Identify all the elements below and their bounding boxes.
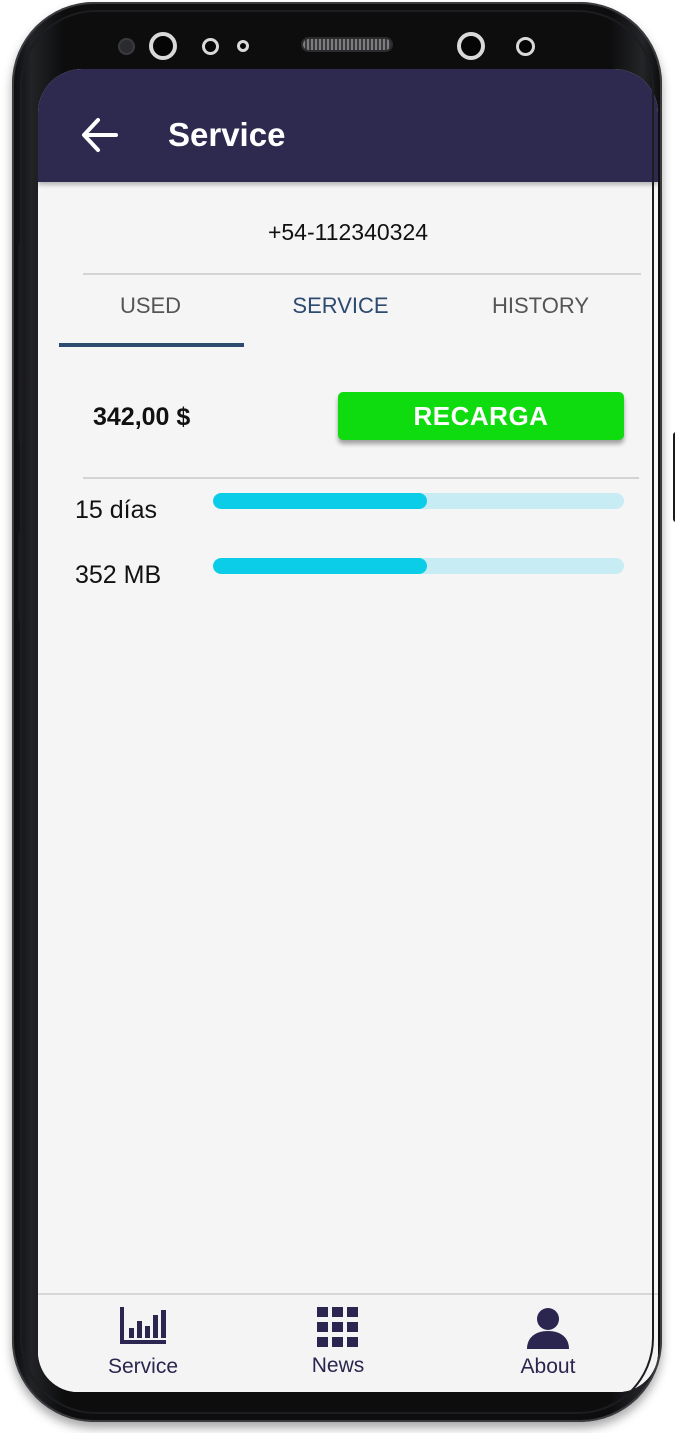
proximity-sensor	[120, 40, 133, 53]
nav-label: About	[520, 1355, 576, 1378]
app-bar: Service	[38, 69, 658, 182]
tab-indicator	[59, 343, 244, 347]
nav-item-about[interactable]: About	[498, 1295, 598, 1392]
page-title: Service	[168, 116, 286, 153]
data-progress-fill	[213, 558, 427, 574]
iris-sensor	[516, 37, 535, 56]
recharge-button[interactable]: RECARGA	[338, 392, 624, 440]
earpiece-speaker	[303, 39, 391, 50]
nav-item-news[interactable]: News	[288, 1295, 388, 1392]
tab-service[interactable]: SERVICE	[243, 289, 438, 323]
sensor-dot	[237, 40, 249, 52]
phone-number: +54-112340324	[267, 219, 429, 245]
nav-label: News	[311, 1354, 365, 1377]
days-label: 15 días	[75, 496, 158, 524]
bar-chart-icon	[120, 1307, 166, 1344]
person-icon	[527, 1308, 569, 1349]
grid-icon	[317, 1307, 358, 1347]
arrow-left-icon	[82, 118, 118, 152]
bottom-nav: Service News About	[38, 1293, 658, 1392]
days-progress-fill	[213, 493, 427, 509]
nav-label: Service	[107, 1355, 179, 1378]
days-progress-bar	[213, 493, 624, 509]
balance-amount: 342,00 $	[93, 403, 191, 431]
divider	[83, 477, 639, 479]
back-button[interactable]	[80, 115, 120, 155]
divider	[83, 273, 641, 275]
nav-item-service[interactable]: Service	[93, 1295, 193, 1392]
bixby-button	[18, 532, 26, 622]
sensor-dot	[202, 38, 219, 55]
volume-button	[18, 242, 26, 442]
app-screen: Service +54-112340324 USED SERVICE HISTO…	[38, 69, 658, 1392]
phone-frame: Service +54-112340324 USED SERVICE HISTO…	[12, 2, 675, 1422]
tab-used[interactable]: USED	[58, 289, 243, 323]
front-camera	[149, 32, 177, 60]
data-label: 352 MB	[75, 561, 162, 589]
data-progress-bar	[213, 558, 624, 574]
iris-camera	[457, 32, 485, 60]
tab-history[interactable]: HISTORY	[448, 289, 633, 323]
